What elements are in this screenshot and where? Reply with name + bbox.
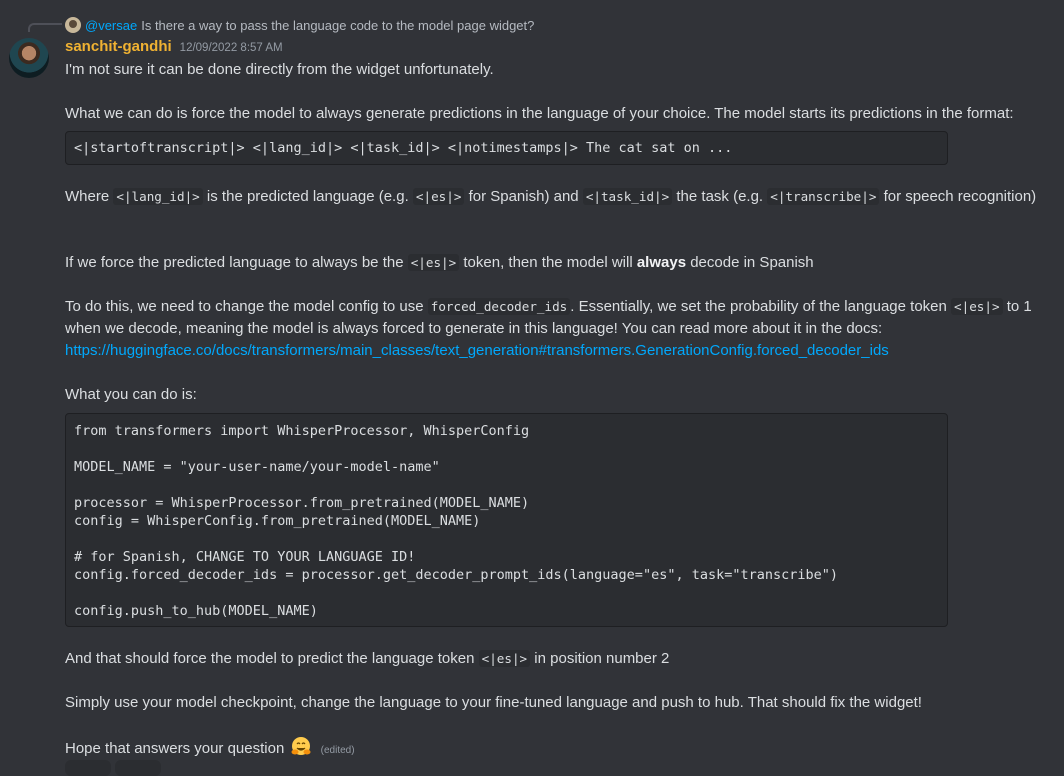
text-segment: for Spanish) and xyxy=(464,188,583,205)
reply-preview[interactable]: @versae Is there a way to pass the langu… xyxy=(65,16,534,34)
message-paragraph-7: And that should force the model to predi… xyxy=(65,648,1050,670)
message-paragraph-4: If we force the predicted language to al… xyxy=(65,252,1050,274)
edited-label: (edited) xyxy=(320,745,355,756)
code-block-example: from transformers import WhisperProcesso… xyxy=(65,413,948,627)
reply-avatar[interactable] xyxy=(65,17,81,33)
text-segment: in position number 2 xyxy=(530,650,670,667)
avatar[interactable] xyxy=(9,38,49,78)
message-paragraph-3: Where <|lang_id|> is the predicted langu… xyxy=(65,186,1050,208)
timestamp[interactable]: 12/09/2022 8:57 AM xyxy=(180,42,283,54)
text-segment: for speech recognition) xyxy=(879,188,1037,205)
docs-link[interactable]: https://huggingface.co/docs/transformers… xyxy=(65,342,889,359)
bold-text: always xyxy=(636,254,687,271)
code-block-format: <|startoftranscript|> <|lang_id|> <|task… xyxy=(65,131,948,165)
inline-code: <|es|> xyxy=(412,188,465,205)
message-paragraph-5: To do this, we need to change the model … xyxy=(65,296,1050,362)
reaction-button[interactable] xyxy=(65,760,111,776)
text-segment: . Essentially, we set the probability of… xyxy=(570,298,952,315)
reply-text[interactable]: Is there a way to pass the language code… xyxy=(141,18,534,33)
inline-code: <|transcribe|> xyxy=(767,188,880,205)
inline-code: forced_decoder_ids xyxy=(427,298,571,315)
reactions-row xyxy=(65,760,161,776)
inline-code: <|lang_id|> xyxy=(113,188,203,205)
text-segment: Where xyxy=(65,188,114,205)
text-segment: To do this, we need to change the model … xyxy=(65,298,428,315)
inline-code: <|task_id|> xyxy=(582,188,673,205)
hugging-face-emoji xyxy=(291,737,311,755)
inline-code: <|es|> xyxy=(478,650,531,667)
text-segment: is the predicted language (e.g. xyxy=(202,188,413,205)
message-paragraph-6: What you can do is: xyxy=(65,386,197,403)
text-segment: If we force the predicted language to al… xyxy=(65,254,408,271)
reply-spine xyxy=(28,23,62,32)
text-segment: decode in Spanish xyxy=(686,254,814,271)
inline-code: <|es|> xyxy=(407,254,460,271)
text-segment: the task (e.g. xyxy=(672,188,768,205)
text-segment: Hope that answers your question xyxy=(65,740,285,757)
message-paragraph-1: I'm not sure it can be done directly fro… xyxy=(65,61,494,78)
text-segment: And that should force the model to predi… xyxy=(65,650,479,667)
username[interactable]: sanchit-gandhi xyxy=(65,38,172,55)
reaction-button[interactable] xyxy=(115,760,161,776)
inline-code: <|es|> xyxy=(951,298,1003,315)
text-segment: token, then the model will xyxy=(459,254,637,271)
reply-username[interactable]: @versae xyxy=(85,18,137,33)
message-header: sanchit-gandhi 12/09/2022 8:57 AM xyxy=(65,38,283,58)
message-paragraph-9: Hope that answers your question (edited) xyxy=(65,736,1050,762)
message-paragraph-2: What we can do is force the model to alw… xyxy=(65,105,1014,122)
message-paragraph-8: Simply use your model checkpoint, change… xyxy=(65,694,922,711)
